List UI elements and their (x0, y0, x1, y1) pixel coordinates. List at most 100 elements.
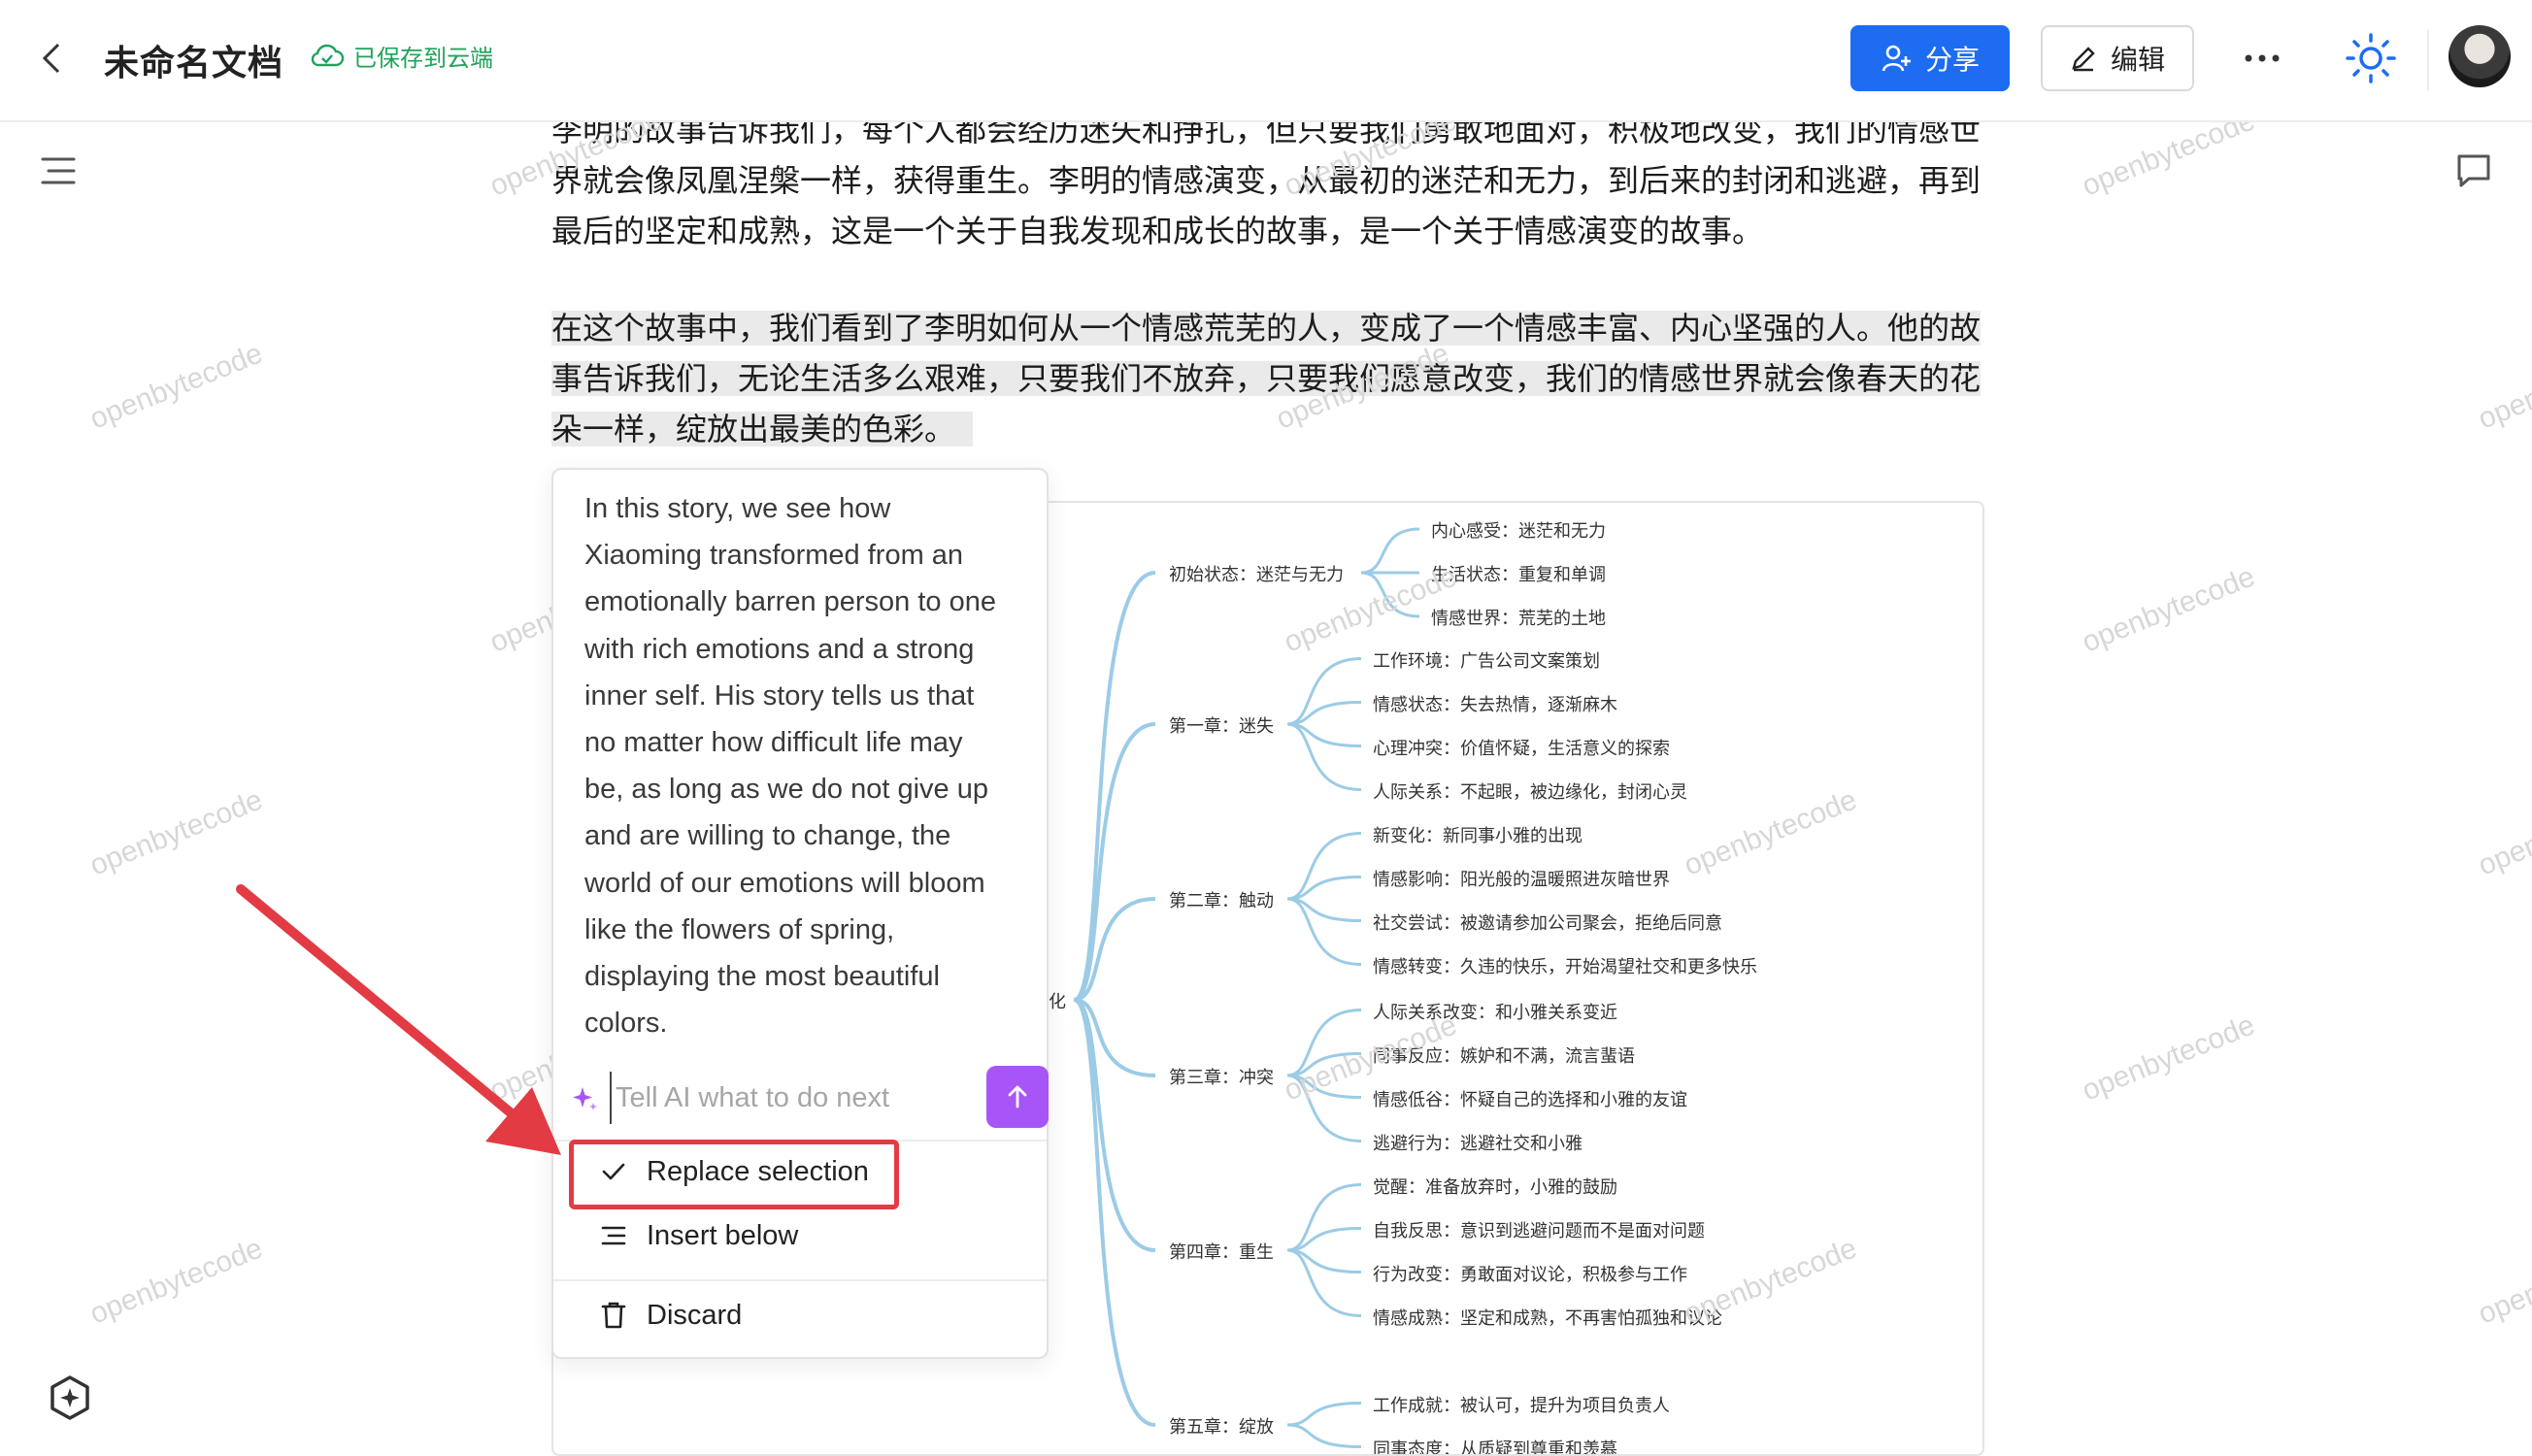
pencil-icon (2070, 45, 2097, 72)
mindmap-leaf-node: 觉醒：准备放弃时，小雅的鼓励 (1373, 1174, 1617, 1199)
mindmap-leaf-connector (1287, 724, 1361, 790)
share-button[interactable]: 分享 (1850, 25, 2010, 91)
mindmap-leaf-node: 情感世界：荒芜的土地 (1431, 605, 1606, 630)
mindmap-leaf-connector (1287, 1404, 1361, 1426)
save-status-text: 已保存到云端 (353, 39, 493, 73)
cloud-check-icon (311, 44, 344, 69)
user-avatar[interactable] (2449, 25, 2511, 87)
mindmap-leaf-connector (1287, 899, 1361, 965)
save-status: 已保存到云端 (311, 39, 493, 73)
sparkle-icon (569, 1083, 600, 1114)
share-user-icon (1881, 43, 1912, 74)
mindmap-branch-node: 第四章：重生 (1169, 1239, 1274, 1264)
watermark-text: openbytecode (2078, 560, 2260, 659)
selected-line: 朵一样，绽放出最美的色彩。 (551, 412, 955, 447)
mindmap-leaf-connector (1287, 1185, 1361, 1251)
back-arrow-icon[interactable] (33, 39, 72, 78)
mindmap-leaf-connector (1287, 1425, 1361, 1447)
arrow-up-icon (1004, 1083, 1031, 1110)
mindmap-leaf-connector (1287, 659, 1361, 725)
insert-lines-icon (600, 1222, 627, 1249)
mindmap-leaf-node: 同事态度：从质疑到尊重和羡慕 (1373, 1436, 1617, 1456)
ai-result-line: world of our emotions will bloom (584, 860, 1031, 907)
mindmap-leaf-node: 情感成熟：坚定和成熟，不再害怕孤独和议论 (1373, 1305, 1722, 1330)
mindmap-leaf-node: 社交尝试：被邀请参加公司聚会，拒绝后同意 (1373, 910, 1722, 935)
insert-below-option[interactable]: Insert below (569, 1206, 1031, 1266)
watermark-text: openbytecode (2078, 1009, 2260, 1108)
ai-result-line: with rich emotions and a strong (584, 626, 1031, 673)
comment-icon[interactable] (2454, 151, 2493, 190)
mindmap-leaf-node: 逃避行为：逃避社交和小雅 (1373, 1130, 1582, 1155)
mindmap-leaf-node: 生活状态：重复和单调 (1431, 561, 1606, 586)
selected-line: 事告诉我们，无论生活多么艰难，只要我们不放弃，只要我们愿意改变，我们的情感世界就… (551, 361, 1981, 396)
watermark-text: openbytecode (2474, 783, 2532, 882)
mindmap-leaf-node: 工作成就：被认可，提升为项目负责人 (1373, 1392, 1670, 1417)
mindmap-leaf-node: 同事反应：嫉妒和不满，流言蜚语 (1373, 1042, 1635, 1068)
mindmap-leaf-connector (1287, 1010, 1361, 1076)
theme-sun-icon[interactable] (2342, 29, 2400, 87)
mindmap-leaf-node: 工作环境：广告公司文案策划 (1373, 647, 1600, 673)
top-bar: 未命名文档 已保存到云端 分享 编辑 (0, 0, 2532, 122)
ai-result-line: In this story, we see how (584, 485, 1031, 532)
mindmap-leaf-node: 行为改变：勇敢面对议论，积极参与工作 (1373, 1261, 1687, 1286)
ai-result-line: like the flowers of spring, (584, 907, 1031, 953)
ai-result-line: colors. (584, 1000, 1031, 1046)
watermark-text: openbytecode (85, 1232, 268, 1331)
ai-result-text: In this story, we see howXiaoming transf… (584, 485, 1031, 1046)
document-title[interactable]: 未命名文档 (104, 35, 283, 85)
paragraph-line: 界就会像凤凰涅槃一样，获得重生。李明的情感演变，从最初的迷茫和无力，到后来的封闭… (551, 155, 1981, 206)
check-icon (600, 1158, 627, 1185)
mindmap-leaf-node: 人际关系改变：和小雅关系变近 (1373, 999, 1617, 1024)
mindmap-leaf-connector (1361, 573, 1419, 616)
paragraph-selected[interactable]: 在这个故事中，我们看到了李明如何从一个情感荒芜的人，变成了一个情感丰富、内心坚强… (551, 303, 1981, 454)
trash-icon (600, 1301, 627, 1330)
ai-result-line: emotionally barren person to one (584, 579, 1031, 625)
mindmap-leaf-node: 新变化：新同事小雅的出现 (1373, 822, 1582, 847)
mindmap-leaf-node: 自我反思：意识到逃避问题而不是面对问题 (1373, 1217, 1705, 1242)
ai-response-popup: In this story, we see howXiaoming transf… (551, 468, 1049, 1359)
watermark-text: openbytecode (85, 783, 268, 882)
edit-button-label: 编辑 (2111, 39, 2165, 78)
mindmap-leaf-node: 情感转变：久违的快乐，开始渴望社交和更多快乐 (1373, 953, 1757, 978)
discard-label: Discard (647, 1300, 742, 1332)
mindmap-leaf-node: 内心感受：迷茫和无力 (1431, 517, 1606, 543)
replace-selection-option[interactable]: Replace selection (569, 1142, 1031, 1202)
ai-result-line: and are willing to change, the (584, 812, 1031, 859)
discard-option[interactable]: Discard (569, 1285, 1031, 1345)
mindmap-branch-node: 第一章：迷失 (1169, 712, 1274, 738)
mindmap-leaf-connector (1287, 1075, 1361, 1142)
ai-prompt-row (569, 1062, 1037, 1134)
mindmap-branch-node: 第二章：触动 (1169, 887, 1274, 912)
mindmap-leaf-connector (1287, 1250, 1361, 1316)
mindmap-leaf-node: 心理冲突：价值怀疑，生活意义的探索 (1373, 735, 1670, 760)
ai-result-line: Xiaoming transformed from an (584, 532, 1031, 579)
header-divider (2427, 29, 2429, 91)
mindmap-leaf-node: 情感状态：失去热情，逐渐麻木 (1373, 691, 1617, 716)
mindmap-branch-node: 第五章：绽放 (1169, 1413, 1274, 1439)
selected-line: 在这个故事中，我们看到了李明如何从一个情感荒芜的人，变成了一个情感丰富、内心坚强… (551, 311, 1981, 346)
edit-button[interactable]: 编辑 (2041, 25, 2194, 91)
menu-divider (553, 1279, 1047, 1281)
mindmap-branch-connector (1074, 724, 1155, 1000)
ai-result-line: displaying the most beautiful (584, 953, 1031, 1000)
ai-result-line: inner self. His story tells us that (584, 673, 1031, 719)
mindmap-leaf-connector (1287, 834, 1361, 900)
paragraph-conclusion: 李明的故事告诉我们，每个人都会经历迷失和挣扎，但只要我们勇敢地面对，积极地改变，… (551, 105, 1981, 256)
mindmap-branch-node: 第三章：冲突 (1169, 1064, 1274, 1089)
watermark-text: openbytecode (85, 337, 268, 436)
ai-result-line: be, as long as we do not give up (584, 766, 1031, 812)
mindmap-branch-node: 初始状态：迷茫与无力 (1169, 561, 1344, 586)
replace-selection-label: Replace selection (647, 1156, 869, 1188)
mindmap-leaf-node: 情感影响：阳光般的温暖照进灰暗世界 (1373, 866, 1670, 891)
mindmap-leaf-connector (1361, 529, 1419, 573)
send-button[interactable] (986, 1066, 1049, 1128)
ai-assistant-icon[interactable] (47, 1374, 93, 1421)
more-options-icon[interactable] (2239, 29, 2285, 87)
mindmap-leaf-node: 情感低谷：怀疑自己的选择和小雅的友谊 (1373, 1086, 1687, 1111)
mindmap-branch-connector (1074, 573, 1155, 1000)
share-button-label: 分享 (1925, 39, 1980, 78)
ai-prompt-input[interactable] (610, 1072, 938, 1124)
mindmap-root-fragment: 化 (1049, 988, 1066, 1013)
table-of-contents-icon[interactable] (39, 151, 78, 190)
ai-result-line: no matter how difficult life may (584, 719, 1031, 766)
